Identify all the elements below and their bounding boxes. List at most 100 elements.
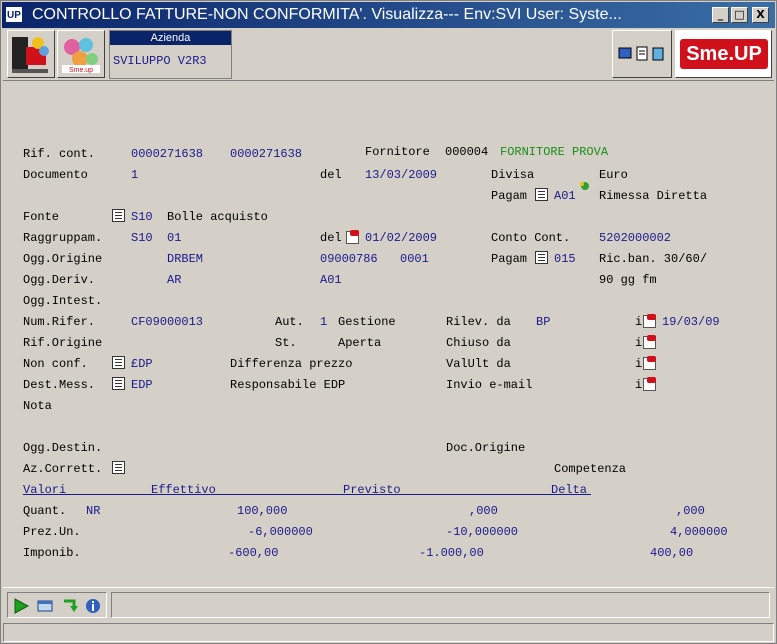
pagam2-list-icon[interactable] bbox=[535, 251, 548, 265]
refresh-icon[interactable] bbox=[60, 597, 78, 615]
pagam2-desc-1: Ric.ban. 30/60/ bbox=[599, 252, 708, 266]
rilev-calendar-icon[interactable] bbox=[642, 314, 656, 328]
prez-un-delta: 4,000000 bbox=[670, 525, 728, 539]
non-conf-label: Non conf. bbox=[23, 357, 88, 371]
ogg-deriv-label: Ogg.Deriv. bbox=[23, 273, 96, 287]
prez-un-label: Prez.Un. bbox=[23, 525, 81, 539]
fornitore-code: 000004 bbox=[445, 145, 489, 159]
smeup-balls-icon: Sme.up bbox=[62, 38, 100, 74]
info-icon[interactable] bbox=[84, 597, 102, 615]
quick-tools bbox=[612, 30, 672, 78]
az-corrett-label: Az.Corrett. bbox=[23, 462, 103, 476]
az-corrett-list-icon[interactable] bbox=[112, 461, 125, 475]
rilev-label: Rilev. da bbox=[446, 315, 511, 329]
main-window: UP CONTROLLO FATTURE-NON CONFORMITA'. Vi… bbox=[0, 0, 777, 644]
ogg-origine-num: 09000786 bbox=[320, 252, 378, 266]
pagam2-code: 015 bbox=[554, 252, 576, 266]
minimize-button[interactable]: _ bbox=[712, 7, 729, 23]
pagam2-label: Pagam bbox=[491, 252, 528, 266]
documento-del-label: del bbox=[320, 168, 342, 182]
valult-calendar-icon[interactable] bbox=[642, 356, 656, 370]
doc-origine-label: Doc.Origine bbox=[446, 441, 526, 455]
nota-label: Nota bbox=[23, 399, 52, 413]
documento-value: 1 bbox=[131, 168, 139, 182]
non-conf-list-icon[interactable] bbox=[112, 356, 125, 370]
st-label: St. bbox=[275, 336, 297, 350]
smeup-tool-button[interactable]: Sme.up bbox=[57, 30, 105, 78]
num-rifer-label: Num.Rifer. bbox=[23, 315, 96, 329]
ogg-origine-num2: 0001 bbox=[400, 252, 429, 266]
rilev-date: 19/03/09 bbox=[662, 315, 720, 329]
message-area bbox=[111, 592, 770, 618]
raggruppam-del-label: del bbox=[320, 231, 342, 245]
command-icons bbox=[7, 592, 107, 618]
chiuso-label: Chiuso da bbox=[446, 336, 511, 350]
status-bar bbox=[3, 623, 774, 642]
quant-previsto: ,000 bbox=[469, 504, 498, 518]
smeup-logo-button[interactable]: Sme.UP bbox=[675, 30, 772, 78]
ogg-deriv-value: AR bbox=[167, 273, 182, 287]
imponib-previsto: -1.000,00 bbox=[419, 546, 484, 560]
azienda-box: Azienda SVILUPPO V2R3 bbox=[109, 30, 232, 79]
values-header-underline bbox=[23, 494, 591, 495]
rif-origine-label: Rif.Origine bbox=[23, 336, 103, 350]
valult-label: ValUlt da bbox=[446, 357, 511, 371]
quant-unit: NR bbox=[86, 504, 101, 518]
form-area: Rif. cont. 0000271638 0000271638 Fornito… bbox=[3, 82, 774, 585]
window-title: CONTROLLO FATTURE-NON CONFORMITA'. Visua… bbox=[32, 6, 622, 23]
play-icon[interactable] bbox=[12, 597, 30, 615]
ogg-intest-label: Ogg.Intest. bbox=[23, 294, 103, 308]
ogg-destin-label: Ogg.Destin. bbox=[23, 441, 103, 455]
quant-label: Quant. bbox=[23, 504, 67, 518]
monitor-icon[interactable] bbox=[618, 47, 632, 59]
num-rifer-value: CF09000013 bbox=[131, 315, 204, 329]
raggruppam-code: S10 bbox=[131, 231, 153, 245]
aut-desc: Gestione bbox=[338, 315, 396, 329]
title-bar: UP CONTROLLO FATTURE-NON CONFORMITA'. Vi… bbox=[2, 2, 775, 28]
app-icon[interactable]: UP bbox=[5, 6, 23, 23]
ogg-origine-label: Ogg.Origine bbox=[23, 252, 103, 266]
document-icon[interactable] bbox=[636, 46, 648, 61]
rif-cont-value-1: 0000271638 bbox=[131, 147, 204, 161]
azienda-label: Azienda bbox=[110, 31, 231, 45]
cylinder-icon[interactable] bbox=[652, 47, 664, 61]
quant-effettivo: 100,000 bbox=[237, 504, 288, 518]
fonte-list-icon[interactable] bbox=[112, 209, 125, 223]
maximize-button[interactable]: □ bbox=[731, 7, 748, 23]
raggruppam-date: 01/02/2009 bbox=[365, 231, 438, 245]
non-conf-code: £DP bbox=[131, 357, 153, 371]
pagam-label: Pagam bbox=[491, 189, 528, 203]
invio-calendar-icon[interactable] bbox=[642, 377, 656, 391]
smeup-logo: Sme.UP bbox=[680, 39, 768, 69]
printer-tool-button[interactable] bbox=[7, 30, 55, 78]
prez-un-previsto: -10,000000 bbox=[446, 525, 519, 539]
chiuso-calendar-icon[interactable] bbox=[642, 335, 656, 349]
rif-cont-label: Rif. cont. bbox=[23, 147, 96, 161]
close-button[interactable]: X bbox=[752, 7, 769, 23]
quant-delta: ,000 bbox=[676, 504, 705, 518]
pagam-list-icon[interactable] bbox=[535, 188, 548, 202]
fornitore-name: FORNITORE PROVA bbox=[500, 145, 609, 159]
documento-label: Documento bbox=[23, 168, 88, 182]
window-icon[interactable] bbox=[36, 597, 54, 615]
svg-text:Sme.up: Sme.up bbox=[69, 67, 93, 74]
st-value: Aperta bbox=[338, 336, 382, 350]
competenza-label: Competenza bbox=[554, 462, 627, 476]
documento-date: 13/03/2009 bbox=[365, 168, 438, 182]
raggruppam-num: 01 bbox=[167, 231, 182, 245]
raggruppam-calendar-icon[interactable] bbox=[345, 230, 359, 244]
imponib-label: Imponib. bbox=[23, 546, 81, 560]
prez-un-effettivo: -6,000000 bbox=[248, 525, 313, 539]
imponib-effettivo: -600,00 bbox=[228, 546, 279, 560]
rif-cont-value-2: 0000271638 bbox=[230, 147, 303, 161]
raggruppam-label: Raggruppam. bbox=[23, 231, 103, 245]
dest-mess-list-icon[interactable] bbox=[112, 377, 125, 391]
fonte-code: S10 bbox=[131, 210, 153, 224]
toolbar: Sme.up Azienda SVILUPPO V2R3 Sme.UP bbox=[3, 29, 774, 81]
divisa-value: Euro bbox=[599, 168, 628, 182]
pagam2-desc-2: 90 gg fm bbox=[599, 273, 657, 287]
dest-mess-desc: Responsabile EDP bbox=[230, 378, 346, 392]
fornitore-label: Fornitore bbox=[365, 145, 430, 159]
dest-mess-label: Dest.Mess. bbox=[23, 378, 96, 392]
fonte-label: Fonte bbox=[23, 210, 60, 224]
